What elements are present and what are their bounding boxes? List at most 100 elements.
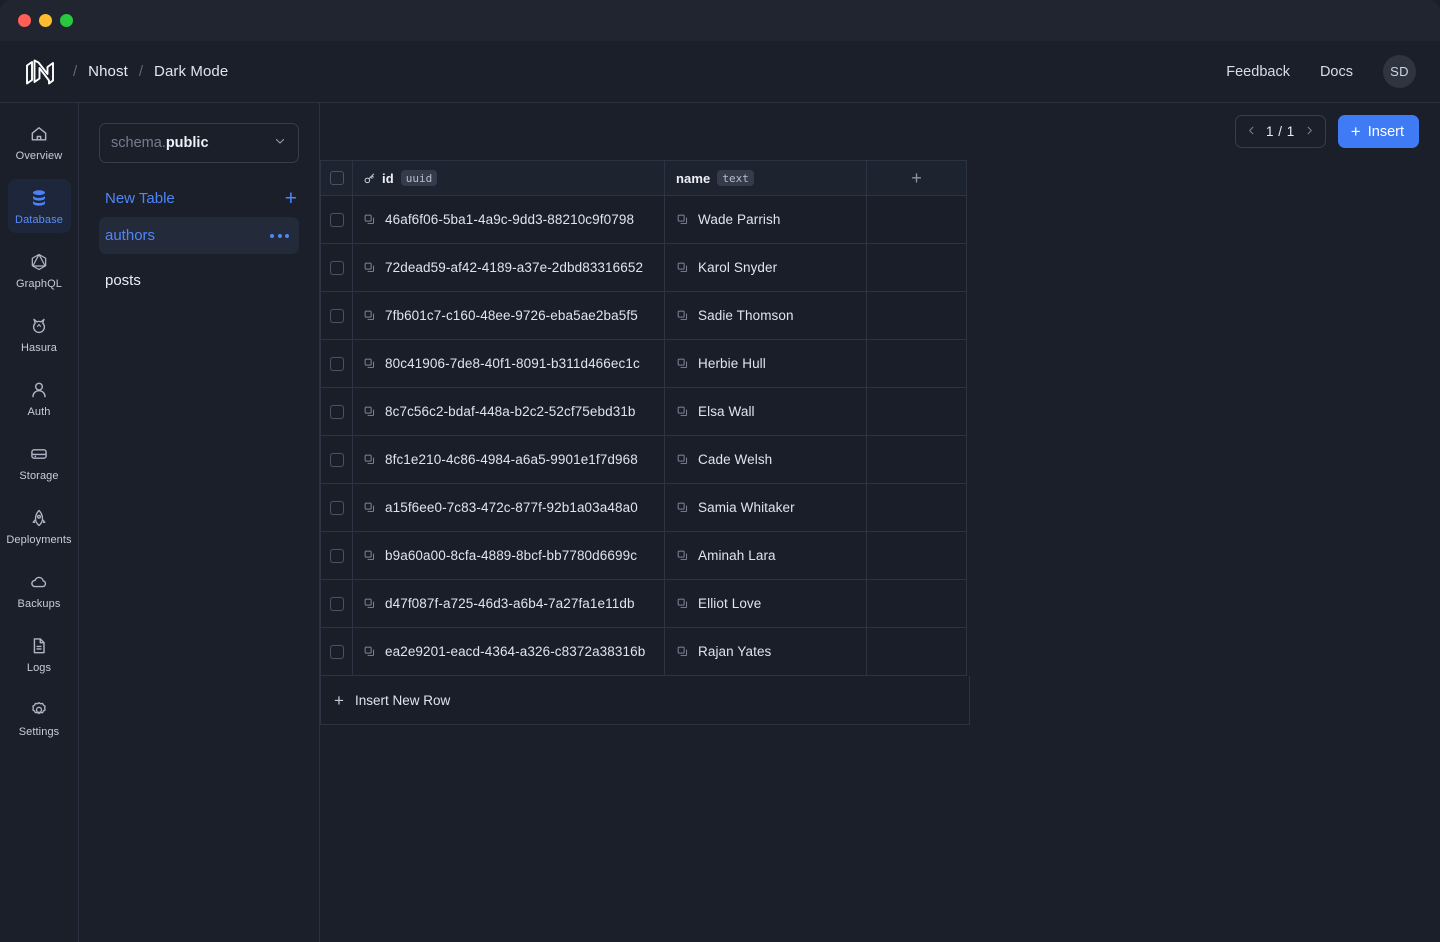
table-list-item-authors[interactable]: authors (99, 217, 299, 254)
plus-icon[interactable]: + (911, 169, 922, 187)
more-horizontal-icon[interactable] (270, 233, 289, 238)
copy-icon[interactable] (676, 645, 689, 658)
copy-icon[interactable] (676, 549, 689, 562)
sidebar-item-settings[interactable]: Settings (8, 691, 71, 745)
cell-id[interactable]: ea2e9201-eacd-4364-a326-c8372a38316b (353, 628, 665, 676)
cell-id[interactable]: 72dead59-af42-4189-a37e-2dbd83316652 (353, 244, 665, 292)
table-row[interactable]: 72dead59-af42-4189-a37e-2dbd83316652 Karo… (320, 244, 970, 292)
copy-icon[interactable] (363, 549, 376, 562)
table-row[interactable]: 80c41906-7de8-40f1-8091-b311d466ec1c Herb… (320, 340, 970, 388)
feedback-button[interactable]: Feedback (1226, 64, 1290, 80)
table-row[interactable]: d47f087f-a725-46d3-a6b4-7a27fa1e11db Elli… (320, 580, 970, 628)
new-table-button[interactable]: New Table + (99, 187, 299, 209)
cell-name[interactable]: Cade Welsh (665, 436, 867, 484)
sidebar-item-graphql[interactable]: GraphQL (8, 243, 71, 297)
row-checkbox[interactable] (329, 260, 344, 275)
column-header-id[interactable]: id uuid (353, 160, 665, 196)
row-checkbox[interactable] (329, 596, 344, 611)
table-list-item-posts[interactable]: posts (99, 262, 299, 299)
copy-icon[interactable] (676, 405, 689, 418)
cell-name[interactable]: Sadie Thomson (665, 292, 867, 340)
cell-id[interactable]: 8fc1e210-4c86-4984-a6a5-9901e1f7d968 (353, 436, 665, 484)
sidebar-item-overview[interactable]: Overview (8, 115, 71, 169)
cell-name[interactable]: Samia Whitaker (665, 484, 867, 532)
copy-icon[interactable] (676, 597, 689, 610)
cell-name[interactable]: Elliot Love (665, 580, 867, 628)
row-select-cell (320, 436, 353, 484)
copy-icon[interactable] (363, 261, 376, 274)
window-minimize-button[interactable] (39, 14, 52, 27)
copy-icon[interactable] (676, 309, 689, 322)
copy-icon[interactable] (363, 597, 376, 610)
add-column-cell[interactable]: + (867, 160, 967, 196)
chevron-right-icon[interactable] (1304, 124, 1315, 139)
avatar[interactable]: SD (1383, 55, 1416, 88)
row-checkbox[interactable] (329, 548, 344, 563)
cell-value: Karol Snyder (698, 260, 778, 275)
row-checkbox[interactable] (329, 308, 344, 323)
copy-icon[interactable] (363, 309, 376, 322)
breadcrumb-item-project[interactable]: Dark Mode (154, 63, 228, 80)
copy-icon[interactable] (363, 213, 376, 226)
sidebar-item-database[interactable]: Database (7, 179, 71, 233)
copy-icon[interactable] (676, 501, 689, 514)
copy-icon[interactable] (676, 453, 689, 466)
sidebar-item-backups[interactable]: Backups (8, 563, 71, 617)
sidebar-item-auth[interactable]: Auth (8, 371, 71, 425)
cell-name[interactable]: Karol Snyder (665, 244, 867, 292)
window-zoom-button[interactable] (60, 14, 73, 27)
table-row[interactable]: 7fb601c7-c160-48ee-9726-eba5ae2ba5f5 Sadi… (320, 292, 970, 340)
sidebar-item-logs[interactable]: Logs (8, 627, 71, 681)
copy-icon[interactable] (363, 453, 376, 466)
cell-name[interactable]: Elsa Wall (665, 388, 867, 436)
copy-icon[interactable] (363, 501, 376, 514)
column-header-name[interactable]: name text (665, 160, 867, 196)
cell-id[interactable]: 46af6f06-5ba1-4a9c-9dd3-88210c9f0798 (353, 196, 665, 244)
table-row[interactable]: a15f6ee0-7c83-472c-877f-92b1a03a48a0 Sami… (320, 484, 970, 532)
row-checkbox[interactable] (329, 356, 344, 371)
nhost-logo-icon[interactable] (18, 52, 62, 92)
row-checkbox[interactable] (329, 452, 344, 467)
insert-button[interactable]: + Insert (1337, 115, 1419, 148)
select-all-checkbox[interactable] (329, 171, 344, 185)
cell-id[interactable]: a15f6ee0-7c83-472c-877f-92b1a03a48a0 (353, 484, 665, 532)
cell-id[interactable]: 80c41906-7de8-40f1-8091-b311d466ec1c (353, 340, 665, 388)
table-row[interactable]: 8fc1e210-4c86-4984-a6a5-9901e1f7d968 Cade… (320, 436, 970, 484)
cell-name[interactable]: Aminah Lara (665, 532, 867, 580)
table-row[interactable]: 46af6f06-5ba1-4a9c-9dd3-88210c9f0798 Wade… (320, 196, 970, 244)
breadcrumb-item-org[interactable]: Nhost (88, 63, 128, 80)
window-close-button[interactable] (18, 14, 31, 27)
docs-link[interactable]: Docs (1320, 64, 1353, 80)
copy-icon[interactable] (363, 645, 376, 658)
tables-sidebar: schema. public New Table + authors posts (79, 103, 320, 942)
copy-icon[interactable] (363, 357, 376, 370)
copy-icon[interactable] (676, 213, 689, 226)
schema-selector[interactable]: schema. public (99, 123, 299, 163)
cell-id[interactable]: 8c7c56c2-bdaf-448a-b2c2-52cf75ebd31b (353, 388, 665, 436)
row-checkbox[interactable] (329, 644, 344, 659)
sidebar-item-hasura[interactable]: Hasura (8, 307, 71, 361)
sidebar-item-deployments[interactable]: Deployments (6, 499, 72, 553)
cell-id[interactable]: 7fb601c7-c160-48ee-9726-eba5ae2ba5f5 (353, 292, 665, 340)
copy-icon[interactable] (676, 357, 689, 370)
cell-id[interactable]: b9a60a00-8cfa-4889-8bcf-bb7780d6699c (353, 532, 665, 580)
copy-icon[interactable] (363, 405, 376, 418)
plus-icon: + (1350, 122, 1361, 141)
table-row[interactable]: b9a60a00-8cfa-4889-8bcf-bb7780d6699c Amin… (320, 532, 970, 580)
cell-id[interactable]: d47f087f-a725-46d3-a6b4-7a27fa1e11db (353, 580, 665, 628)
row-checkbox[interactable] (329, 500, 344, 515)
cell-name[interactable]: Herbie Hull (665, 340, 867, 388)
cell-value: Cade Welsh (698, 452, 773, 467)
row-checkbox[interactable] (329, 212, 344, 227)
table-row[interactable]: 8c7c56c2-bdaf-448a-b2c2-52cf75ebd31b Elsa… (320, 388, 970, 436)
sidebar-item-storage[interactable]: Storage (8, 435, 71, 489)
chevron-left-icon[interactable] (1246, 124, 1257, 139)
table-row[interactable]: ea2e9201-eacd-4364-a326-c8372a38316b Raja… (320, 628, 970, 676)
insert-new-row-button[interactable]: + Insert New Row (320, 676, 970, 725)
cell-name[interactable]: Wade Parrish (665, 196, 867, 244)
cell-empty (867, 532, 967, 580)
row-checkbox[interactable] (329, 404, 344, 419)
cell-name[interactable]: Rajan Yates (665, 628, 867, 676)
copy-icon[interactable] (676, 261, 689, 274)
plus-icon[interactable]: + (285, 188, 297, 209)
